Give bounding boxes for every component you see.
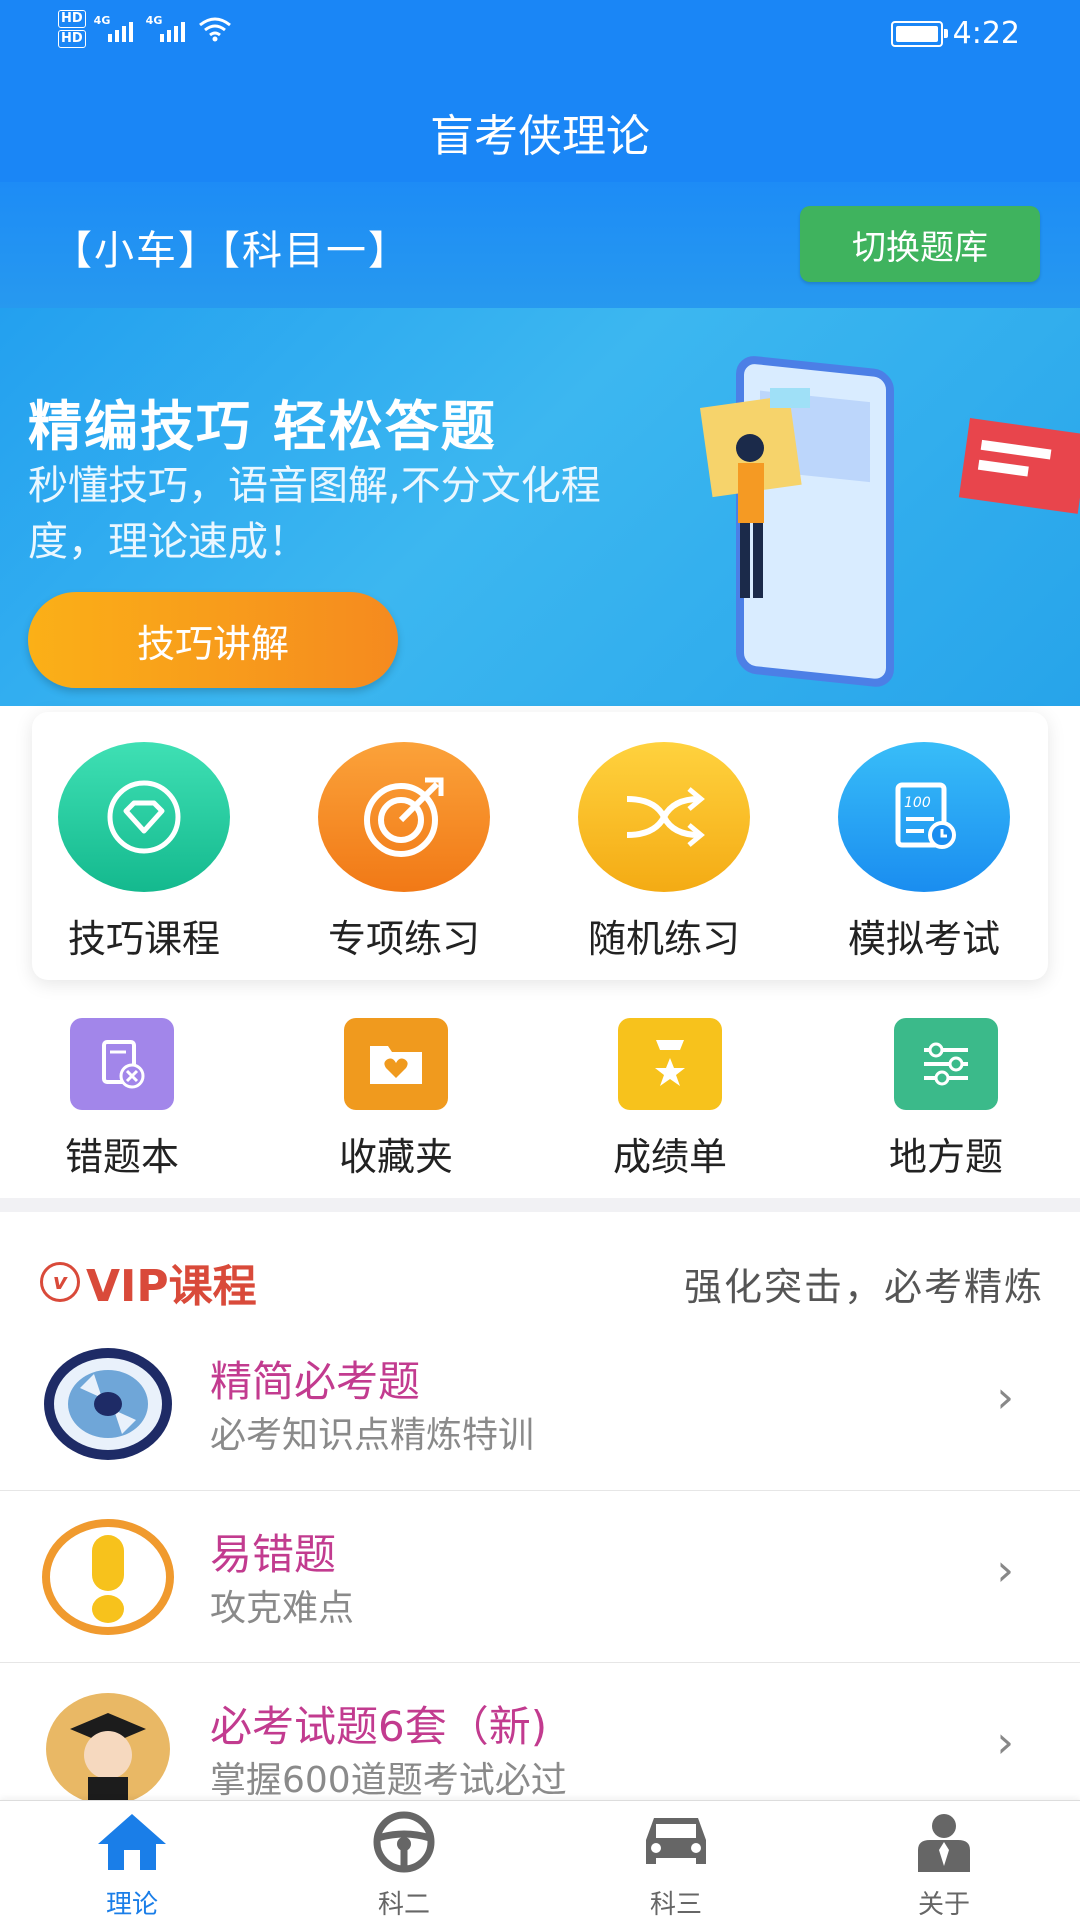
func-special-practice[interactable]: 专项练习 <box>294 742 514 963</box>
vip-tagline: 强化突击，必考精炼 <box>683 1265 1044 1309</box>
course-desc: 攻克难点 <box>210 1588 355 1629</box>
tool-scorecard[interactable]: 成绩单 <box>570 1018 770 1181</box>
func-mock-exam[interactable]: 100 模拟考试 <box>814 742 1034 963</box>
tool-label: 错题本 <box>64 1135 179 1179</box>
func-label: 模拟考试 <box>847 917 1000 961</box>
scorecard-icon <box>618 1018 722 1110</box>
func-random-practice[interactable]: 随机练习 <box>554 742 774 963</box>
course-desc: 必考知识点精炼特训 <box>210 1415 535 1456</box>
course-desc: 掌握600道题考试必过 <box>210 1760 567 1801</box>
banner-subtitle: 秒懂技巧，语音图解,不分文化程度，理论速成！ <box>28 463 601 565</box>
battery-icon <box>890 20 948 47</box>
subject-label: 【小车】【科目一】 <box>52 228 410 274</box>
banner-title: 精编技巧 轻松答题 <box>28 395 497 458</box>
switch-bank-button[interactable]: 切换题库 <box>800 206 1040 282</box>
nav-about[interactable]: 关于 <box>874 1810 1014 1921</box>
course-title: 易错题 <box>210 1530 337 1579</box>
local-questions-icon <box>894 1018 998 1110</box>
exclamation-icon <box>42 1519 174 1635</box>
target-disc-icon <box>44 1348 172 1460</box>
course-item-essential[interactable]: 精简必考题 必考知识点精炼特训 › <box>0 1318 1080 1490</box>
nav-label: 理论 <box>105 1890 158 1920</box>
func-label: 技巧课程 <box>67 917 220 961</box>
hd-badge-1: HD <box>58 10 86 28</box>
graduate-avatar-icon <box>46 1693 170 1807</box>
nav-label: 科二 <box>377 1890 430 1920</box>
tool-label: 地方题 <box>888 1135 1003 1179</box>
chevron-right-icon: › <box>996 1717 1014 1768</box>
steering-wheel-icon <box>373 1811 435 1873</box>
chevron-right-icon: › <box>996 1545 1014 1596</box>
nav-subject-two[interactable]: 科二 <box>334 1810 474 1921</box>
func-label: 随机练习 <box>587 917 740 961</box>
favorite-folder-icon <box>344 1018 448 1110</box>
page-title: 盲考侠理论 <box>430 111 650 162</box>
chevron-right-icon: › <box>996 1372 1014 1423</box>
shuffle-icon <box>578 742 750 892</box>
person-icon <box>918 1814 970 1872</box>
tips-explain-button[interactable]: 技巧讲解 <box>28 592 398 688</box>
section-divider <box>0 1198 1080 1212</box>
nav-subject-three[interactable]: 科三 <box>606 1810 746 1921</box>
svg-text:100: 100 <box>904 795 931 811</box>
vip-title-text: VIP课程 <box>86 1261 257 1312</box>
wrong-book-icon <box>70 1018 174 1110</box>
func-skill-course[interactable]: 技巧课程 <box>34 742 254 963</box>
diamond-icon <box>58 742 230 892</box>
status-indicators: HD HD 4G 4G <box>58 10 232 48</box>
status-right: 4:22 <box>890 16 1020 51</box>
nav-label: 关于 <box>917 1890 970 1920</box>
tool-label: 收藏夹 <box>338 1135 453 1179</box>
tool-label: 成绩单 <box>612 1135 727 1179</box>
course-title: 精简必考题 <box>210 1357 421 1406</box>
tool-local-questions[interactable]: 地方题 <box>846 1018 1046 1181</box>
hd-badge-2: HD <box>58 30 86 48</box>
car-icon <box>646 1818 706 1864</box>
vip-icon: v <box>40 1262 80 1302</box>
tool-wrong-book[interactable]: 错题本 <box>22 1018 222 1181</box>
home-icon <box>98 1814 166 1870</box>
tool-favorites[interactable]: 收藏夹 <box>296 1018 496 1181</box>
clock: 4:22 <box>952 16 1020 51</box>
exam-paper-icon: 100 <box>838 742 1010 892</box>
banner-illustration <box>700 356 1080 687</box>
nav-theory[interactable]: 理论 <box>62 1810 202 1921</box>
target-icon <box>318 742 490 892</box>
wifi-icon <box>198 17 231 42</box>
course-item-error-prone[interactable]: 易错题 攻克难点 › <box>0 1490 1080 1663</box>
signal-icon: 4G <box>94 14 138 44</box>
signal-icon: 4G <box>146 14 190 44</box>
func-label: 专项练习 <box>327 917 480 961</box>
nav-label: 科三 <box>649 1890 702 1920</box>
vip-section-title: v VIP课程 <box>40 1250 257 1314</box>
course-title: 必考试题6套（新) <box>210 1702 548 1751</box>
